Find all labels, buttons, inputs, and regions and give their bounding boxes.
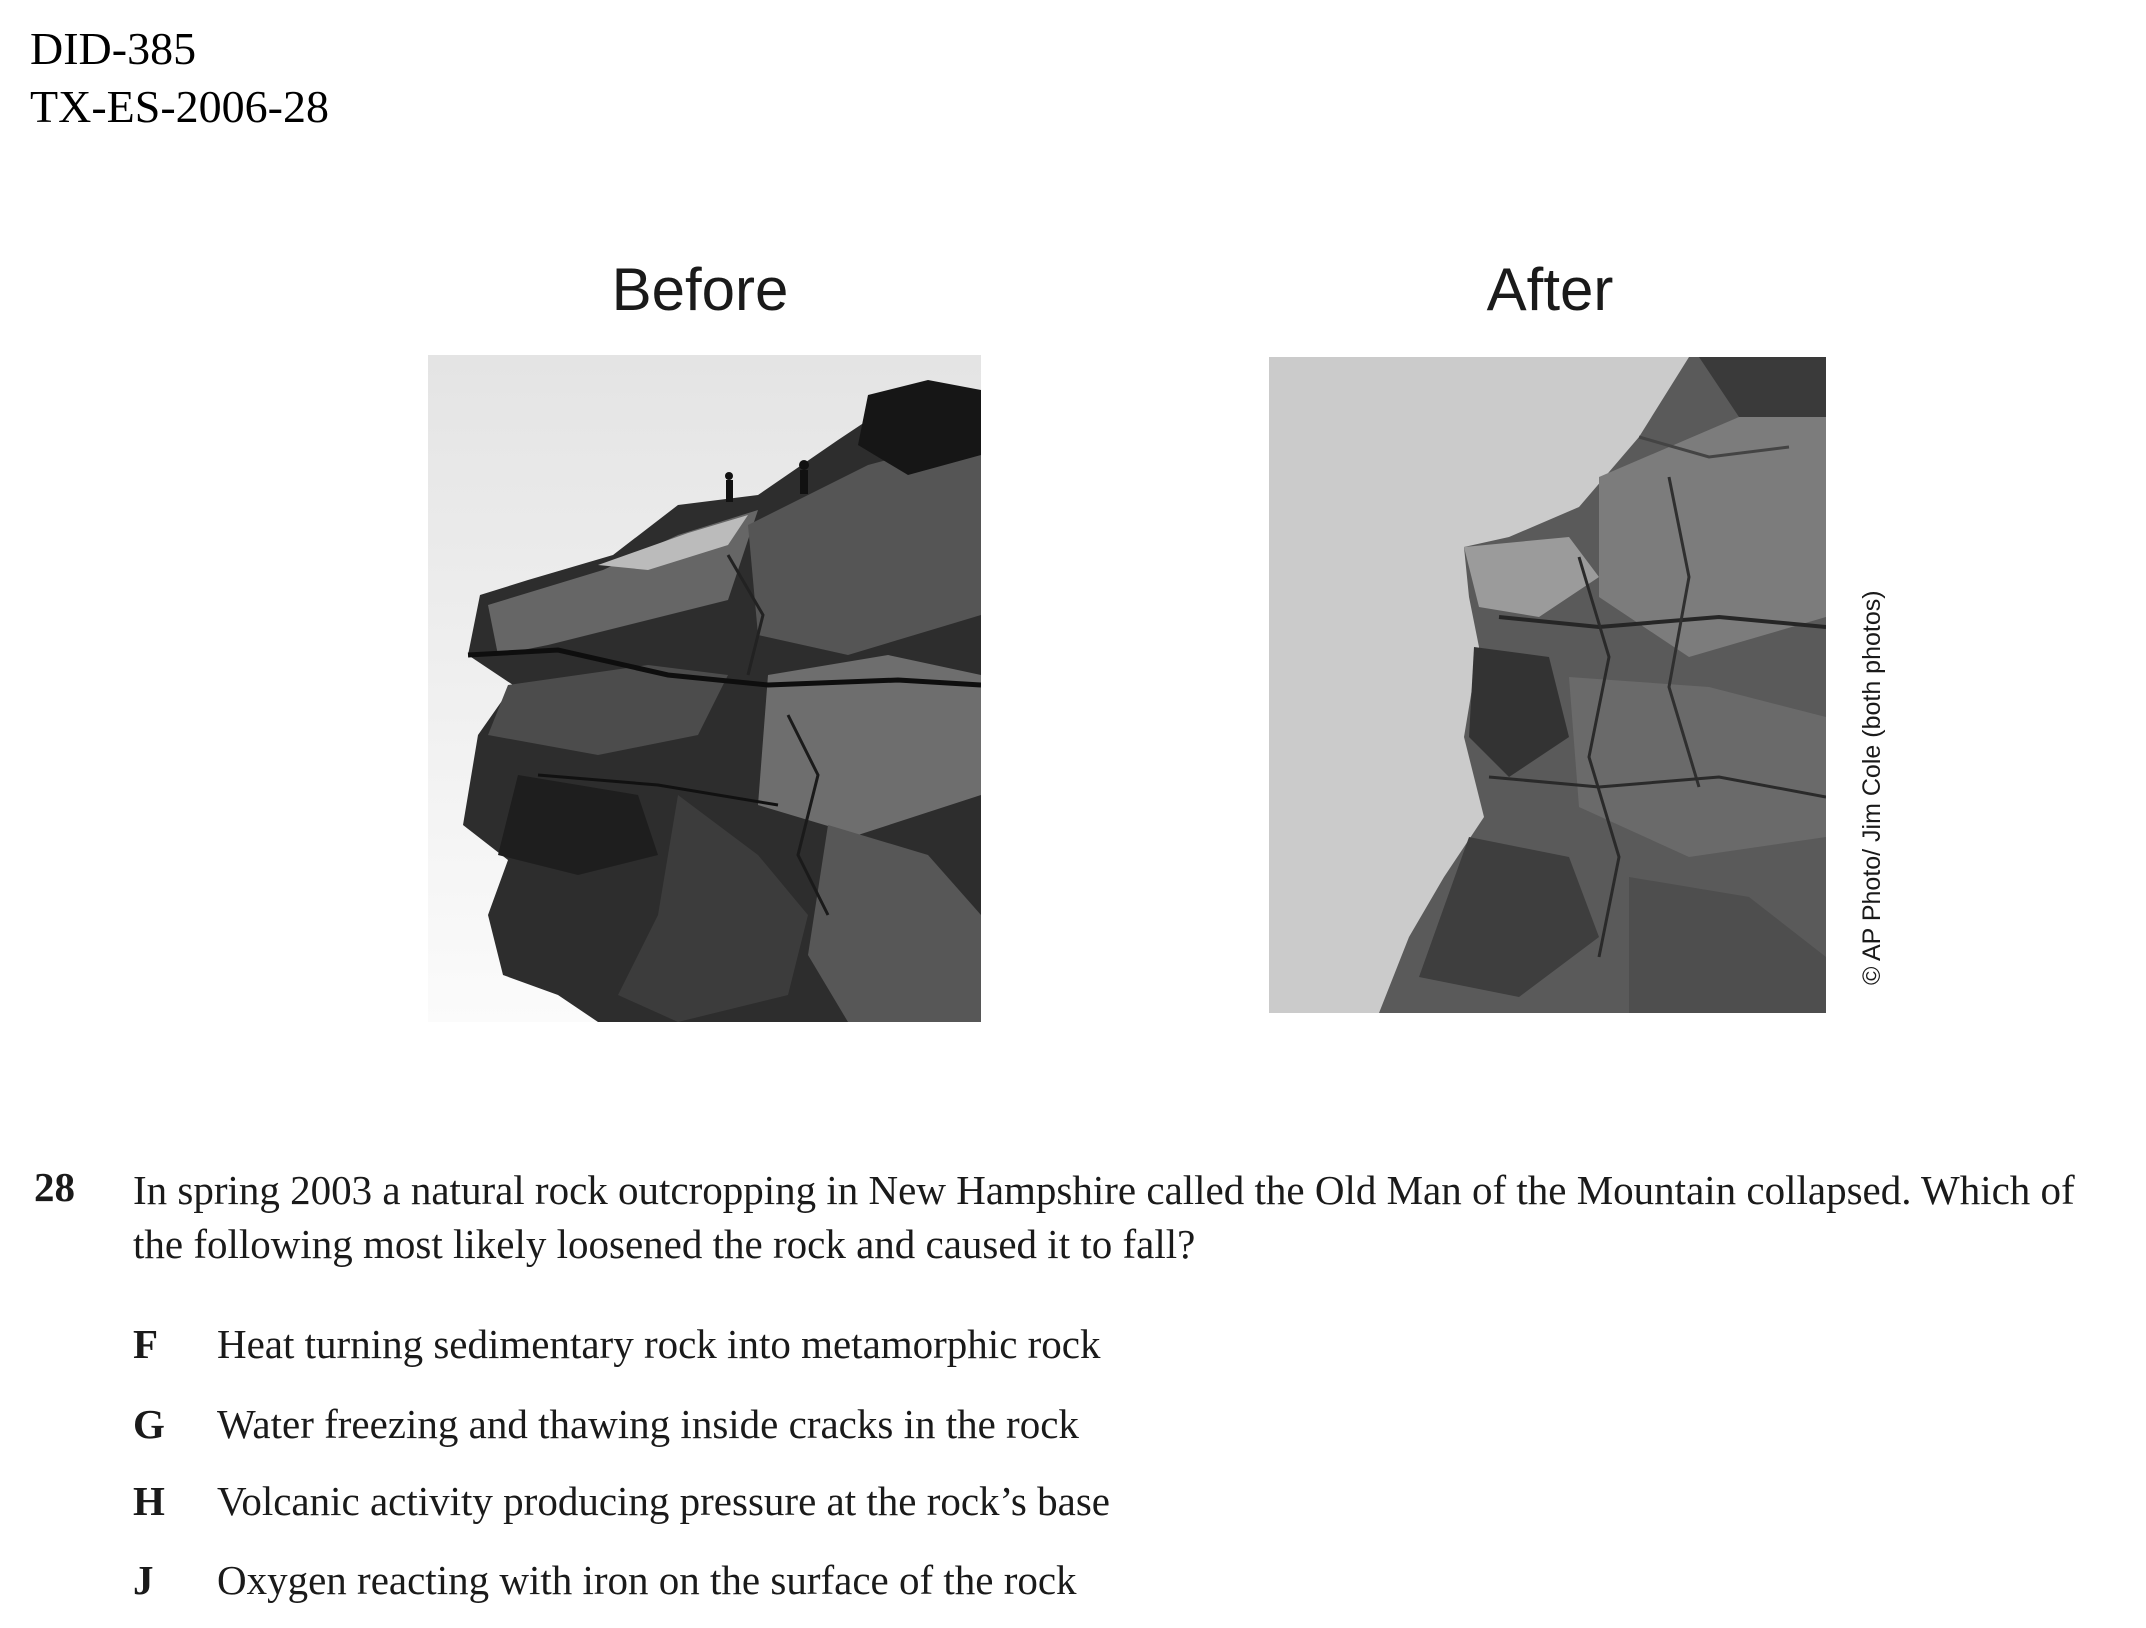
- option-text: Water freezing and thawing inside cracks…: [217, 1401, 1079, 1447]
- question-number: 28: [34, 1164, 75, 1210]
- option-letter: G: [133, 1401, 165, 1447]
- option-letter: J: [133, 1557, 154, 1603]
- document-id: DID-385: [30, 23, 197, 74]
- photo-credit: © AP Photo/ Jim Cole (both photos): [1858, 590, 1886, 985]
- after-caption: After: [1486, 256, 1614, 323]
- question-text: In spring 2003 a natural rock outcroppin…: [133, 1167, 2075, 1267]
- answer-option-h[interactable]: H Volcanic activity producing pressure a…: [133, 1477, 1110, 1525]
- option-letter: F: [133, 1321, 159, 1367]
- option-text: Volcanic activity producing pressure at …: [217, 1478, 1110, 1524]
- document-header: DID-385 TX-ES-2006-28: [30, 20, 329, 136]
- option-text: Oxygen reacting with iron on the surface…: [217, 1557, 1077, 1603]
- answer-option-g[interactable]: G Water freezing and thawing inside crac…: [133, 1400, 1079, 1448]
- answer-option-f[interactable]: F Heat turning sedimentary rock into met…: [133, 1320, 1101, 1368]
- option-text: Heat turning sedimentary rock into metam…: [217, 1321, 1101, 1367]
- option-letter: H: [133, 1478, 165, 1524]
- before-caption: Before: [611, 256, 789, 323]
- item-code: TX-ES-2006-28: [30, 81, 329, 132]
- answer-option-j[interactable]: J Oxygen reacting with iron on the surfa…: [133, 1556, 1077, 1604]
- before-photo: [428, 355, 981, 1022]
- after-photo: [1269, 357, 1826, 1013]
